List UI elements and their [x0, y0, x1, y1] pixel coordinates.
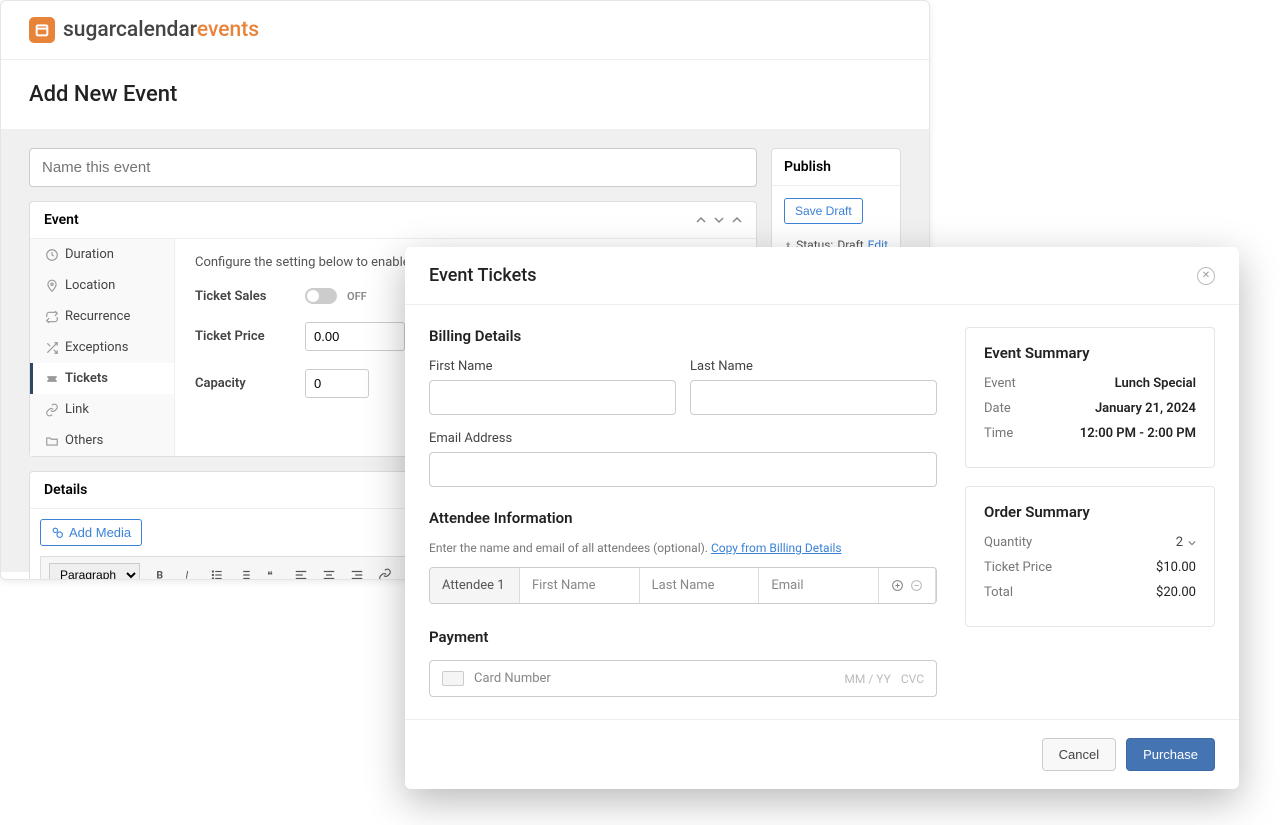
ticket-icon: [45, 372, 59, 386]
sidebar-item-tickets[interactable]: Tickets: [30, 363, 174, 394]
attendee-row: Attendee 1 First Name Last Name Email: [429, 567, 937, 604]
attendee-first-name[interactable]: First Name: [520, 568, 640, 603]
chevron-up-icon[interactable]: [696, 215, 706, 225]
sidebar-item-recurrence[interactable]: Recurrence: [30, 301, 174, 332]
modal-title: Event Tickets: [429, 265, 537, 286]
last-name-input[interactable]: [690, 380, 937, 415]
svg-text:B: B: [156, 569, 163, 581]
attendee-row-label: Attendee 1: [430, 568, 520, 603]
summary-date: Date January 21, 2024: [984, 401, 1196, 416]
billing-title: Billing Details: [429, 327, 937, 345]
attendee-title: Attendee Information: [429, 509, 937, 527]
quantity-select[interactable]: 2: [1176, 535, 1196, 550]
close-modal-button[interactable]: ✕: [1197, 267, 1215, 285]
event-summary-box: Event Summary Event Lunch Special Date J…: [965, 327, 1215, 468]
order-summary-title: Order Summary: [984, 503, 1196, 521]
chevron-down-icon: [1188, 539, 1196, 547]
summary-time: Time 12:00 PM - 2:00 PM: [984, 426, 1196, 441]
page-title-bar: Add New Event: [1, 60, 929, 130]
media-icon: [51, 526, 64, 539]
ticket-price-label: Ticket Price: [195, 329, 305, 344]
attendee-last-name[interactable]: Last Name: [640, 568, 760, 603]
order-summary-box: Order Summary Quantity 2 Ticket Price $1…: [965, 486, 1215, 627]
copy-billing-link[interactable]: Copy from Billing Details: [711, 541, 842, 555]
event-box-title: Event: [44, 212, 79, 228]
chevron-down-icon[interactable]: [714, 215, 724, 225]
svg-text:❝: ❝: [267, 569, 273, 581]
bold-icon[interactable]: B: [154, 568, 168, 580]
modal-footer: Cancel Purchase: [405, 719, 1239, 789]
last-name-label: Last Name: [690, 359, 937, 374]
sidebar-item-exceptions[interactable]: Exceptions: [30, 332, 174, 363]
collapse-icon[interactable]: [732, 215, 742, 225]
card-number-input[interactable]: Card Number MM / YY CVC: [429, 660, 937, 697]
ticket-sales-state: OFF: [347, 290, 367, 303]
ticket-sales-toggle[interactable]: [305, 288, 337, 304]
modal-header: Event Tickets ✕: [405, 247, 1239, 305]
payment-title: Payment: [429, 628, 937, 646]
email-input[interactable]: [429, 452, 937, 487]
event-tickets-modal: Event Tickets ✕ Billing Details First Na…: [405, 247, 1239, 789]
logo-icon: [29, 17, 55, 43]
summary-event: Event Lunch Special: [984, 376, 1196, 391]
capacity-input[interactable]: [305, 369, 369, 398]
summary-price: Ticket Price $10.00: [984, 560, 1196, 575]
event-name-input[interactable]: [29, 148, 757, 187]
number-list-icon[interactable]: [238, 568, 252, 580]
italic-icon[interactable]: I: [182, 568, 196, 580]
attendee-email[interactable]: Email: [759, 568, 879, 603]
sidebar-item-others[interactable]: Others: [30, 425, 174, 456]
sidebar-item-location[interactable]: Location: [30, 270, 174, 301]
attendee-subtext: Enter the name and email of all attendee…: [429, 541, 937, 555]
summary-quantity: Quantity 2: [984, 535, 1196, 550]
bullet-list-icon[interactable]: [210, 568, 224, 580]
card-icon: [442, 671, 464, 686]
add-attendee-icon[interactable]: [891, 579, 904, 592]
align-right-icon[interactable]: [350, 568, 364, 580]
event-box-header: Event: [30, 202, 756, 239]
pin-icon: [45, 279, 59, 293]
repeat-icon: [45, 310, 59, 324]
event-sidebar: Duration Location Recurrence Exceptions …: [30, 239, 175, 456]
summary-total: Total $20.00: [984, 585, 1196, 600]
insert-link-icon[interactable]: [378, 568, 392, 580]
paragraph-select[interactable]: Paragraph: [49, 563, 140, 580]
clock-icon: [45, 248, 59, 262]
capacity-label: Capacity: [195, 376, 305, 391]
ticket-sales-label: Ticket Sales: [195, 289, 305, 304]
first-name-input[interactable]: [429, 380, 676, 415]
event-summary-title: Event Summary: [984, 344, 1196, 362]
cancel-button[interactable]: Cancel: [1042, 738, 1116, 771]
add-media-button[interactable]: Add Media: [40, 519, 142, 546]
purchase-button[interactable]: Purchase: [1126, 738, 1215, 771]
logo-bar: sugarcalendarevents: [1, 1, 929, 60]
align-center-icon[interactable]: [322, 568, 336, 580]
save-draft-button[interactable]: Save Draft: [784, 198, 863, 224]
align-left-icon[interactable]: [294, 568, 308, 580]
sidebar-item-link[interactable]: Link: [30, 394, 174, 425]
link-icon: [45, 403, 59, 417]
shuffle-icon: [45, 341, 59, 355]
quote-icon[interactable]: ❝: [266, 568, 280, 580]
sidebar-item-duration[interactable]: Duration: [30, 239, 174, 270]
publish-header: Publish: [772, 149, 900, 186]
page-title: Add New Event: [29, 82, 901, 107]
ticket-price-input[interactable]: [305, 322, 405, 351]
logo-text: sugarcalendarevents: [63, 18, 259, 42]
first-name-label: First Name: [429, 359, 676, 374]
svg-text:I: I: [186, 569, 189, 581]
email-label: Email Address: [429, 431, 937, 446]
remove-attendee-icon[interactable]: [910, 579, 923, 592]
folder-icon: [45, 434, 59, 448]
